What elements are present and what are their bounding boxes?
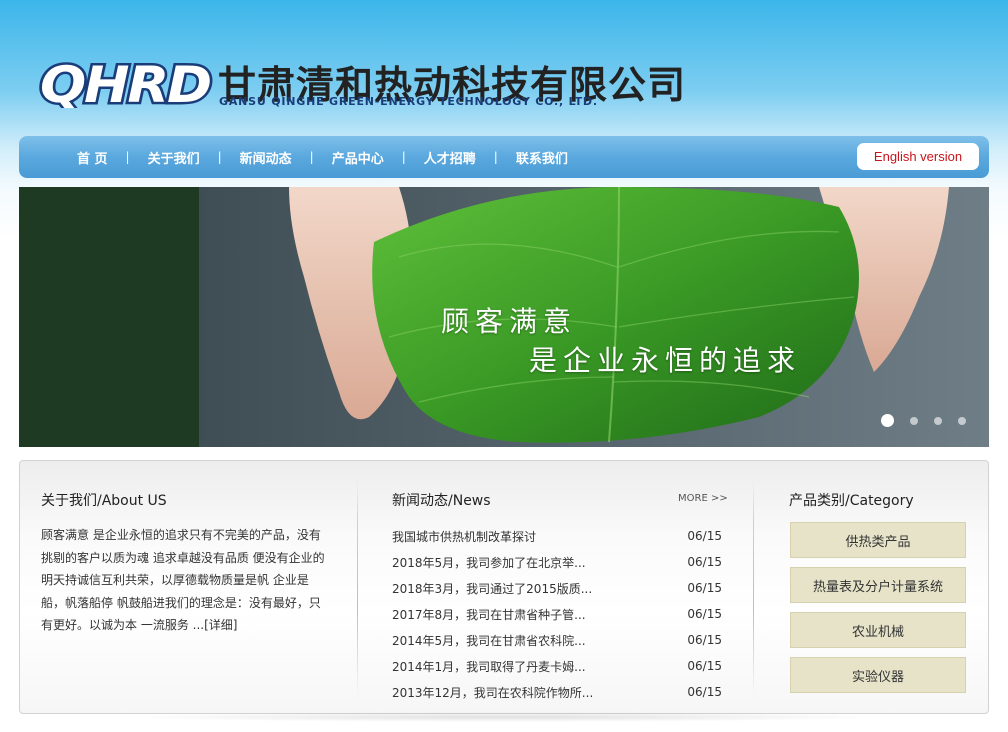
slide-dot-3[interactable] — [934, 416, 942, 425]
nav-separator: | — [493, 150, 498, 164]
company-name-en: GANSU QINGHE GREEN-ENERGY TECHNOLOGY CO.… — [219, 95, 598, 108]
slide-indicators — [881, 414, 966, 427]
news-item-title[interactable]: 2014年1月，我司取得了丹麦卡姆... — [392, 658, 586, 675]
main-nav: 首 页 | 关于我们 | 新闻动态 | 产品中心 | 人才招聘 | 联系我们 E… — [19, 136, 989, 178]
content-panel: 关于我们/About US 顾客满意 是企业永恒的追求只有不完美的产品，没有挑剔… — [19, 460, 989, 714]
news-item-title[interactable]: 2013年12月，我司在农科院作物所... — [392, 684, 593, 701]
news-item[interactable]: 2017年8月，我司在甘肃省种子管... 06/15 — [392, 601, 722, 627]
news-item-date: 06/15 — [687, 581, 722, 595]
nav-item-news[interactable]: 新闻动态 — [240, 148, 292, 167]
nav-items: 首 页 | 关于我们 | 新闻动态 | 产品中心 | 人才招聘 | 联系我们 — [77, 136, 568, 178]
news-item-date: 06/15 — [687, 633, 722, 647]
category-heating-products[interactable]: 供热类产品 — [790, 522, 966, 558]
banner-slogan-line2: 是企业永恒的追求 — [529, 344, 802, 377]
about-body: 顾客满意 是企业永恒的追求只有不完美的产品，没有挑剔的客户以质为魂 追求卓越没有… — [41, 528, 325, 632]
news-item-date: 06/15 — [687, 529, 722, 543]
qhrd-logo-mark: QHRD — [38, 60, 214, 108]
banner-slogan-line1: 顾客满意 — [441, 305, 578, 338]
news-title: 新闻动态/News — [392, 493, 491, 509]
news-list: 我国城市供热机制改革探讨 06/15 2018年5月，我司参加了在北京举... 06… — [392, 523, 722, 705]
nav-item-contact[interactable]: 联系我们 — [516, 148, 568, 167]
background-foliage — [19, 187, 229, 447]
slide-dot-1[interactable] — [881, 414, 894, 427]
news-item-date: 06/15 — [687, 555, 722, 569]
logo-mark-text: QHRD — [40, 60, 211, 108]
slide-dot-2[interactable] — [910, 416, 918, 425]
nav-item-about[interactable]: 关于我们 — [148, 148, 200, 167]
column-divider — [357, 479, 358, 697]
about-detail-link[interactable]: ...[详细] — [193, 618, 238, 632]
news-item[interactable]: 2014年1月，我司取得了丹麦卡姆... 06/15 — [392, 653, 722, 679]
category-lab-instruments[interactable]: 实验仪器 — [790, 657, 966, 693]
category-agri-machinery[interactable]: 农业机械 — [790, 612, 966, 648]
nav-separator: | — [217, 150, 222, 164]
about-text: 顾客满意 是企业永恒的追求只有不完美的产品，没有挑剔的客户以质为魂 追求卓越没有… — [41, 524, 331, 637]
news-item-date: 06/15 — [687, 685, 722, 699]
nav-separator: | — [309, 150, 314, 164]
news-item-title[interactable]: 2018年5月，我司参加了在北京举... — [392, 554, 586, 571]
nav-separator: | — [125, 150, 130, 164]
news-more-link[interactable]: MORE >> — [678, 493, 728, 504]
news-item-date: 06/15 — [687, 607, 722, 621]
news-item[interactable]: 2013年12月，我司在农科院作物所... 06/15 — [392, 679, 722, 705]
company-logo[interactable]: QHRD 甘肃清和热动科技有限公司 GANSU QINGHE GREEN-ENE… — [38, 60, 688, 115]
news-item[interactable]: 2018年3月，我司通过了2015版质... 06/15 — [392, 575, 722, 601]
category-list: 供热类产品 热量表及分户计量系统 农业机械 实验仪器 — [790, 522, 966, 702]
news-item[interactable]: 2014年5月，我司在甘肃省农科院... 06/15 — [392, 627, 722, 653]
nav-item-careers[interactable]: 人才招聘 — [424, 148, 476, 167]
category-title: 产品类别/Category — [789, 493, 914, 509]
category-heat-meter-system[interactable]: 热量表及分户计量系统 — [790, 567, 966, 603]
nav-item-home[interactable]: 首 页 — [77, 148, 108, 167]
hero-banner[interactable]: 顾客满意 是企业永恒的追求 — [19, 187, 989, 447]
news-item-date: 06/15 — [687, 659, 722, 673]
english-version-button[interactable]: English version — [857, 143, 979, 170]
news-item-title[interactable]: 2018年3月，我司通过了2015版质... — [392, 580, 592, 597]
panel-shadow — [120, 712, 890, 722]
news-item-title[interactable]: 2017年8月，我司在甘肃省种子管... — [392, 606, 586, 623]
nav-separator: | — [401, 150, 406, 164]
news-item[interactable]: 2018年5月，我司参加了在北京举... 06/15 — [392, 549, 722, 575]
slide-dot-4[interactable] — [958, 416, 966, 425]
news-item-title[interactable]: 我国城市供热机制改革探讨 — [392, 528, 536, 545]
column-divider — [753, 479, 754, 697]
news-item-title[interactable]: 2014年5月，我司在甘肃省农科院... — [392, 632, 586, 649]
about-title: 关于我们/About US — [41, 493, 167, 509]
news-item[interactable]: 我国城市供热机制改革探讨 06/15 — [392, 523, 722, 549]
nav-item-products[interactable]: 产品中心 — [332, 148, 384, 167]
